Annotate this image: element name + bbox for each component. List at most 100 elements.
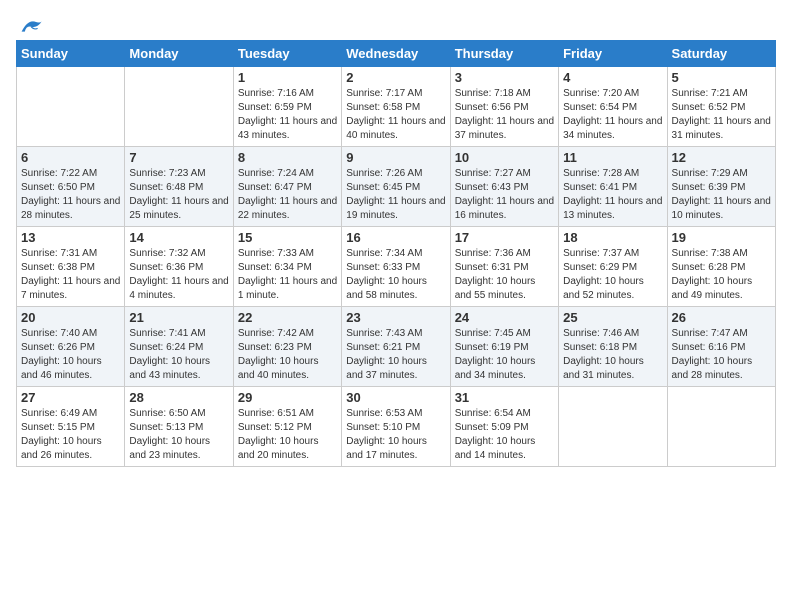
calendar-cell: 18 Sunrise: 7:37 AM Sunset: 6:29 PM Dayli… bbox=[559, 227, 667, 307]
day-info: Sunrise: 7:46 AM Sunset: 6:18 PM Dayligh… bbox=[563, 327, 662, 383]
calendar-week-row: 6Sunrise: 7:22 AM Sunset: 6:50 PM Daylig… bbox=[17, 147, 776, 227]
day-number: 7 bbox=[129, 150, 228, 165]
day-number: 3 bbox=[455, 70, 554, 85]
calendar-cell: 6Sunrise: 7:22 AM Sunset: 6:50 PM Daylig… bbox=[17, 147, 125, 227]
day-number: 9 bbox=[346, 150, 445, 165]
calendar-cell bbox=[559, 387, 667, 467]
day-info: Sunrise: 7:47 AM Sunset: 6:16 PM Dayligh… bbox=[672, 327, 771, 383]
calendar-cell: 24 Sunrise: 7:45 AM Sunset: 6:19 PM Dayli… bbox=[450, 307, 558, 387]
calendar-cell: 4 Sunrise: 7:20 AM Sunset: 6:54 PM Daylig… bbox=[559, 67, 667, 147]
day-number: 8 bbox=[238, 150, 337, 165]
calendar-cell: 23 Sunrise: 7:43 AM Sunset: 6:21 PM Dayli… bbox=[342, 307, 450, 387]
day-info: Sunrise: 7:17 AM Sunset: 6:58 PM Dayligh… bbox=[346, 87, 445, 143]
calendar-cell: 8Sunrise: 7:24 AM Sunset: 6:47 PM Daylig… bbox=[233, 147, 341, 227]
day-number: 23 bbox=[346, 310, 445, 325]
day-info: Sunrise: 7:29 AM Sunset: 6:39 PM Dayligh… bbox=[672, 167, 771, 223]
day-info: Sunrise: 7:33 AM Sunset: 6:34 PM Dayligh… bbox=[238, 247, 337, 303]
page-header bbox=[16, 16, 776, 32]
calendar-cell: 22 Sunrise: 7:42 AM Sunset: 6:23 PM Dayli… bbox=[233, 307, 341, 387]
day-number: 5 bbox=[672, 70, 771, 85]
calendar-cell: 15Sunrise: 7:33 AM Sunset: 6:34 PM Dayli… bbox=[233, 227, 341, 307]
day-info: Sunrise: 7:31 AM Sunset: 6:38 PM Dayligh… bbox=[21, 247, 120, 303]
calendar-cell: 5 Sunrise: 7:21 AM Sunset: 6:52 PM Daylig… bbox=[667, 67, 775, 147]
calendar-cell: 3 Sunrise: 7:18 AM Sunset: 6:56 PM Daylig… bbox=[450, 67, 558, 147]
day-number: 31 bbox=[455, 390, 554, 405]
calendar-cell: 29Sunrise: 6:51 AM Sunset: 5:12 PM Dayli… bbox=[233, 387, 341, 467]
calendar-cell: 16Sunrise: 7:34 AM Sunset: 6:33 PM Dayli… bbox=[342, 227, 450, 307]
calendar-cell: 26 Sunrise: 7:47 AM Sunset: 6:16 PM Dayli… bbox=[667, 307, 775, 387]
calendar-cell: 12 Sunrise: 7:29 AM Sunset: 6:39 PM Dayli… bbox=[667, 147, 775, 227]
logo-bird-icon bbox=[20, 16, 44, 36]
calendar-header-wednesday: Wednesday bbox=[342, 41, 450, 67]
calendar-cell: 28 Sunrise: 6:50 AM Sunset: 5:13 PM Dayli… bbox=[125, 387, 233, 467]
day-number: 2 bbox=[346, 70, 445, 85]
day-number: 10 bbox=[455, 150, 554, 165]
day-number: 25 bbox=[563, 310, 662, 325]
calendar-cell: 9 Sunrise: 7:26 AM Sunset: 6:45 PM Daylig… bbox=[342, 147, 450, 227]
day-info: Sunrise: 7:28 AM Sunset: 6:41 PM Dayligh… bbox=[563, 167, 662, 223]
day-number: 24 bbox=[455, 310, 554, 325]
day-number: 29 bbox=[238, 390, 337, 405]
day-info: Sunrise: 7:37 AM Sunset: 6:29 PM Dayligh… bbox=[563, 247, 662, 303]
calendar-cell: 7 Sunrise: 7:23 AM Sunset: 6:48 PM Daylig… bbox=[125, 147, 233, 227]
calendar-header-sunday: Sunday bbox=[17, 41, 125, 67]
day-number: 21 bbox=[129, 310, 228, 325]
day-info: Sunrise: 7:22 AM Sunset: 6:50 PM Dayligh… bbox=[21, 167, 120, 223]
calendar-header-tuesday: Tuesday bbox=[233, 41, 341, 67]
calendar-cell: 11 Sunrise: 7:28 AM Sunset: 6:41 PM Dayli… bbox=[559, 147, 667, 227]
day-number: 18 bbox=[563, 230, 662, 245]
day-info: Sunrise: 7:32 AM Sunset: 6:36 PM Dayligh… bbox=[129, 247, 228, 303]
day-info: Sunrise: 7:21 AM Sunset: 6:52 PM Dayligh… bbox=[672, 87, 771, 143]
calendar-header-friday: Friday bbox=[559, 41, 667, 67]
calendar-header-row: SundayMondayTuesdayWednesdayThursdayFrid… bbox=[17, 41, 776, 67]
day-info: Sunrise: 7:27 AM Sunset: 6:43 PM Dayligh… bbox=[455, 167, 554, 223]
calendar-cell: 14 Sunrise: 7:32 AM Sunset: 6:36 PM Dayli… bbox=[125, 227, 233, 307]
day-number: 27 bbox=[21, 390, 120, 405]
day-info: Sunrise: 7:18 AM Sunset: 6:56 PM Dayligh… bbox=[455, 87, 554, 143]
calendar-body: 1Sunrise: 7:16 AM Sunset: 6:59 PM Daylig… bbox=[17, 67, 776, 467]
calendar-cell: 2 Sunrise: 7:17 AM Sunset: 6:58 PM Daylig… bbox=[342, 67, 450, 147]
calendar-cell bbox=[667, 387, 775, 467]
day-number: 26 bbox=[672, 310, 771, 325]
day-info: Sunrise: 7:43 AM Sunset: 6:21 PM Dayligh… bbox=[346, 327, 445, 383]
day-info: Sunrise: 7:36 AM Sunset: 6:31 PM Dayligh… bbox=[455, 247, 554, 303]
day-info: Sunrise: 6:50 AM Sunset: 5:13 PM Dayligh… bbox=[129, 407, 228, 463]
day-number: 4 bbox=[563, 70, 662, 85]
calendar-cell: 1Sunrise: 7:16 AM Sunset: 6:59 PM Daylig… bbox=[233, 67, 341, 147]
day-number: 17 bbox=[455, 230, 554, 245]
calendar-week-row: 13Sunrise: 7:31 AM Sunset: 6:38 PM Dayli… bbox=[17, 227, 776, 307]
calendar-cell: 21 Sunrise: 7:41 AM Sunset: 6:24 PM Dayli… bbox=[125, 307, 233, 387]
day-info: Sunrise: 7:42 AM Sunset: 6:23 PM Dayligh… bbox=[238, 327, 337, 383]
day-info: Sunrise: 7:45 AM Sunset: 6:19 PM Dayligh… bbox=[455, 327, 554, 383]
calendar-cell: 25 Sunrise: 7:46 AM Sunset: 6:18 PM Dayli… bbox=[559, 307, 667, 387]
day-number: 22 bbox=[238, 310, 337, 325]
day-number: 11 bbox=[563, 150, 662, 165]
calendar-header-saturday: Saturday bbox=[667, 41, 775, 67]
calendar-cell bbox=[125, 67, 233, 147]
day-info: Sunrise: 6:54 AM Sunset: 5:09 PM Dayligh… bbox=[455, 407, 554, 463]
day-number: 20 bbox=[21, 310, 120, 325]
logo bbox=[16, 16, 44, 32]
calendar-table: SundayMondayTuesdayWednesdayThursdayFrid… bbox=[16, 40, 776, 467]
calendar-cell: 27 Sunrise: 6:49 AM Sunset: 5:15 PM Dayli… bbox=[17, 387, 125, 467]
day-info: Sunrise: 6:53 AM Sunset: 5:10 PM Dayligh… bbox=[346, 407, 445, 463]
day-info: Sunrise: 7:41 AM Sunset: 6:24 PM Dayligh… bbox=[129, 327, 228, 383]
day-info: Sunrise: 6:49 AM Sunset: 5:15 PM Dayligh… bbox=[21, 407, 120, 463]
calendar-header-monday: Monday bbox=[125, 41, 233, 67]
calendar-cell: 19Sunrise: 7:38 AM Sunset: 6:28 PM Dayli… bbox=[667, 227, 775, 307]
day-info: Sunrise: 7:23 AM Sunset: 6:48 PM Dayligh… bbox=[129, 167, 228, 223]
day-number: 30 bbox=[346, 390, 445, 405]
calendar-cell: 17 Sunrise: 7:36 AM Sunset: 6:31 PM Dayli… bbox=[450, 227, 558, 307]
calendar-cell: 31 Sunrise: 6:54 AM Sunset: 5:09 PM Dayli… bbox=[450, 387, 558, 467]
day-number: 14 bbox=[129, 230, 228, 245]
day-info: Sunrise: 7:26 AM Sunset: 6:45 PM Dayligh… bbox=[346, 167, 445, 223]
day-number: 28 bbox=[129, 390, 228, 405]
calendar-cell: 10 Sunrise: 7:27 AM Sunset: 6:43 PM Dayli… bbox=[450, 147, 558, 227]
calendar-week-row: 20Sunrise: 7:40 AM Sunset: 6:26 PM Dayli… bbox=[17, 307, 776, 387]
calendar-cell: 20Sunrise: 7:40 AM Sunset: 6:26 PM Dayli… bbox=[17, 307, 125, 387]
calendar-cell: 30 Sunrise: 6:53 AM Sunset: 5:10 PM Dayli… bbox=[342, 387, 450, 467]
day-info: Sunrise: 7:20 AM Sunset: 6:54 PM Dayligh… bbox=[563, 87, 662, 143]
day-number: 12 bbox=[672, 150, 771, 165]
calendar-cell: 13Sunrise: 7:31 AM Sunset: 6:38 PM Dayli… bbox=[17, 227, 125, 307]
calendar-week-row: 27 Sunrise: 6:49 AM Sunset: 5:15 PM Dayli… bbox=[17, 387, 776, 467]
